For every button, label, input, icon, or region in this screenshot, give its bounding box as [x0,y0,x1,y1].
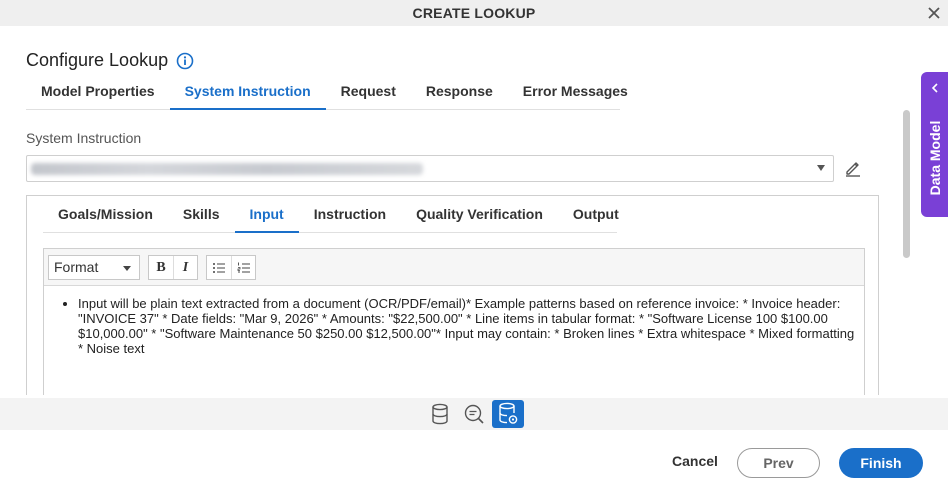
tab-request[interactable]: Request [326,78,411,110]
tab-skills[interactable]: Skills [168,201,235,233]
tab-error-messages[interactable]: Error Messages [508,78,643,110]
scrollbar[interactable] [903,110,910,258]
system-instruction-value [31,163,423,175]
numbered-list-icon [237,262,250,272]
tab-output[interactable]: Output [558,201,634,233]
editor-content[interactable]: Input will be plain text extracted from … [44,286,864,356]
pencil-icon[interactable] [843,158,863,178]
list-group [206,255,256,280]
database-icon [432,403,448,425]
numbered-list-button[interactable] [231,256,255,279]
dialog-title: CREATE LOOKUP [412,5,536,21]
instruction-panel: Goals/Mission Skills Input Instruction Q… [26,195,879,395]
cancel-button[interactable]: Cancel [672,453,718,469]
finish-button[interactable]: Finish [839,448,923,478]
tab-input[interactable]: Input [234,201,299,233]
search-comment-icon [464,404,484,424]
tab-model-properties[interactable]: Model Properties [26,78,170,110]
tab-goals-mission[interactable]: Goals/Mission [43,201,168,233]
tab-system-instruction[interactable]: System Instruction [169,78,326,110]
data-model-label: Data Model [926,120,943,196]
tab-response[interactable]: Response [411,78,508,110]
prev-button[interactable]: Prev [737,448,820,478]
system-instruction-select[interactable] [26,155,834,182]
database-settings-button[interactable] [492,400,524,428]
text-style-group: B I [148,255,198,280]
editor-toolbar: Format B I [44,249,864,286]
chevron-down-icon [817,165,825,171]
italic-button[interactable]: I [173,256,197,279]
database-settings-icon [499,402,518,424]
page-heading: Configure Lookup [26,50,194,71]
page-title: Configure Lookup [26,50,169,70]
bold-button[interactable]: B [149,256,173,279]
chevron-left-icon [931,83,938,93]
tab-quality-verification[interactable]: Quality Verification [401,201,558,233]
info-icon[interactable] [176,52,194,70]
main-tabs: Model Properties System Instruction Requ… [26,78,628,110]
instruction-tabs: Goals/Mission Skills Input Instruction Q… [43,201,619,233]
dialog-titlebar: CREATE LOOKUP [0,0,948,26]
data-model-panel-toggle[interactable]: Data Model [921,72,948,217]
tab-instruction[interactable]: Instruction [299,201,401,233]
format-select[interactable]: Format [48,255,140,280]
bullet-list-button[interactable] [207,256,231,279]
system-instruction-label: System Instruction [26,130,142,146]
chevron-down-icon [123,266,131,271]
search-comment-button[interactable] [458,400,490,428]
format-select-label: Format [54,259,99,275]
database-button[interactable] [424,400,456,428]
close-icon[interactable] [924,3,944,23]
bullet-list-icon [213,262,225,273]
rich-text-editor: Format B I • Input will be plain text ex… [43,248,865,395]
input-description: Input will be plain text extracted from … [78,296,858,356]
